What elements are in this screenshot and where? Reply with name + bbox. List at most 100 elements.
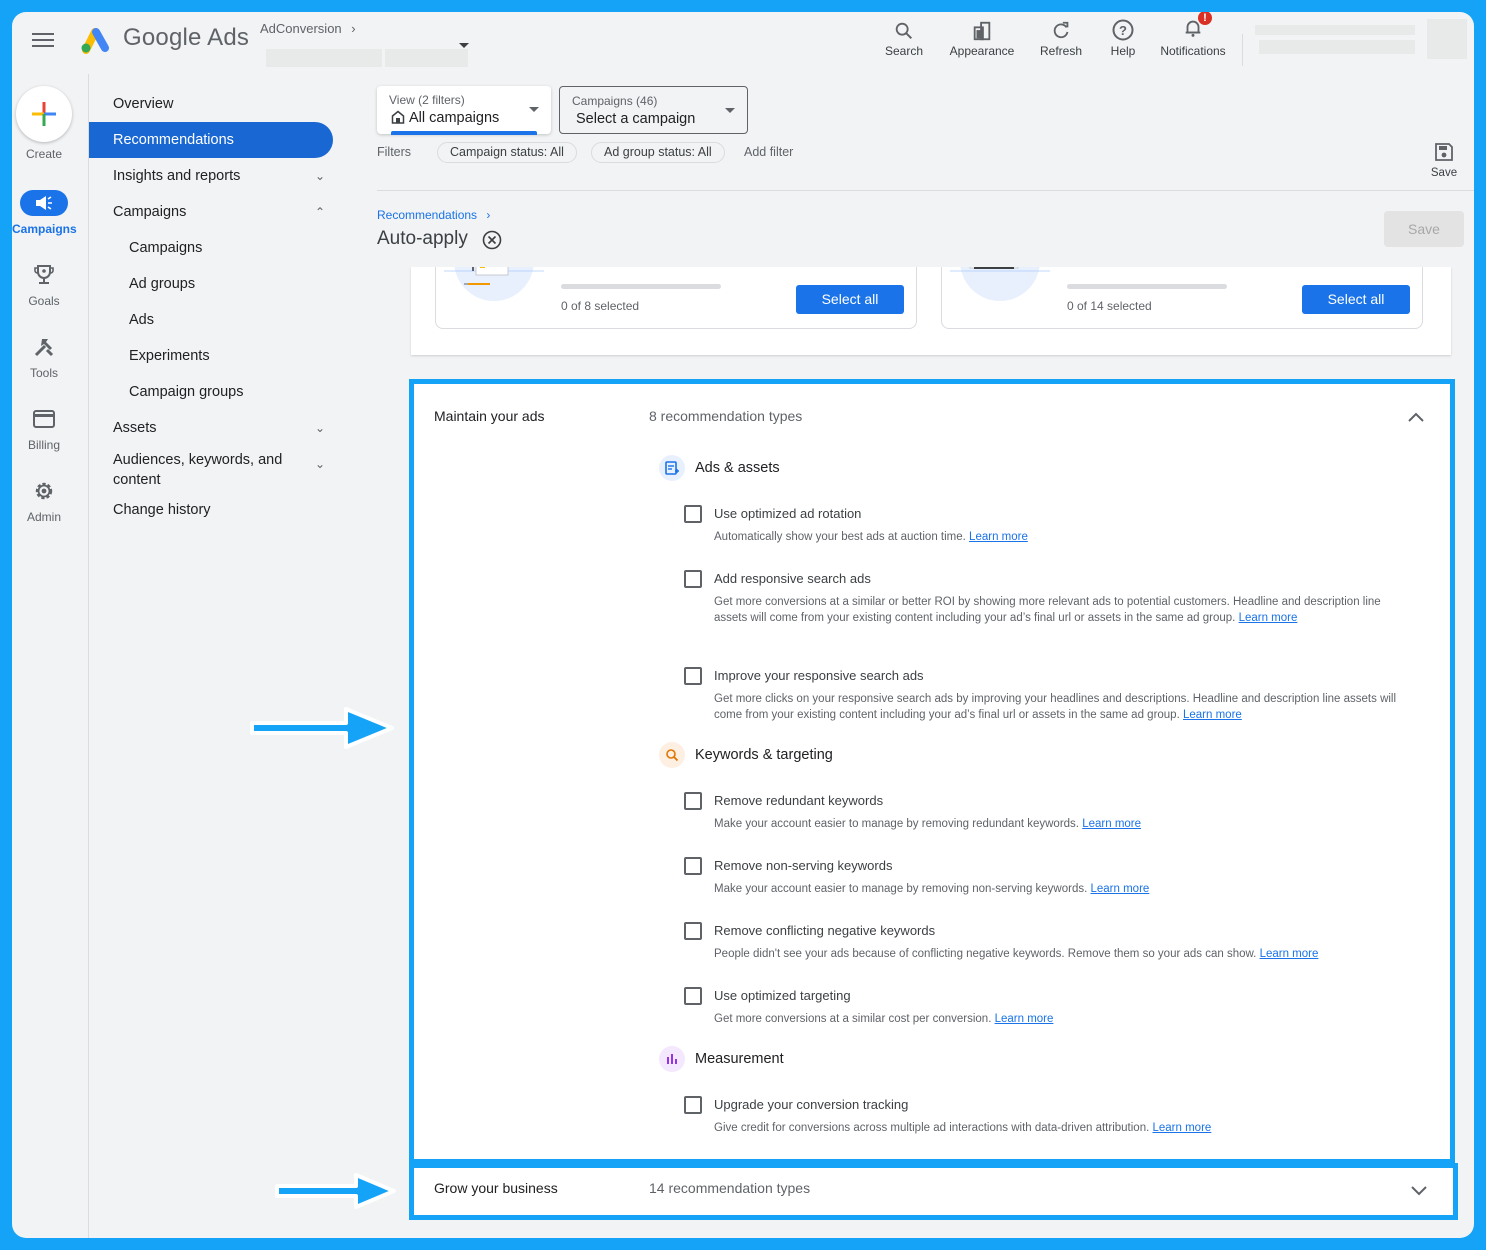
campaign-dropdown[interactable]: Campaigns (46) Select a campaign	[559, 86, 748, 134]
learn-more-link[interactable]: Learn more	[1153, 1122, 1212, 1134]
checkbox[interactable]	[684, 667, 702, 685]
summary-card-grow: 0 of 14 selected Select all	[941, 267, 1423, 329]
rec-title: Add responsive search ads	[714, 571, 871, 586]
checkbox[interactable]	[684, 922, 702, 940]
create-button[interactable]	[16, 86, 72, 142]
appearance-button[interactable]: Appearance	[944, 12, 1020, 58]
nav-item-campaigns-group[interactable]: Campaigns ⌃	[89, 194, 339, 230]
selected-count: 0 of 8 selected	[561, 299, 640, 313]
checkbox[interactable]	[684, 1096, 702, 1114]
chevron-down-icon[interactable]	[1409, 1180, 1429, 1200]
hamburger-line	[32, 45, 54, 47]
create-label-item[interactable]: Create	[12, 147, 76, 161]
learn-more-link[interactable]: Learn more	[1091, 883, 1150, 895]
rec-description: Get more conversions at a similar cost p…	[714, 1011, 1414, 1027]
rec-title: Use optimized ad rotation	[714, 506, 862, 521]
learn-more-link[interactable]: Learn more	[1183, 709, 1242, 721]
learn-more-link[interactable]: Learn more	[995, 1013, 1054, 1025]
breadcrumb[interactable]: Recommendations ›	[377, 208, 490, 222]
notification-badge: !	[1198, 12, 1212, 25]
chevron-up-icon: ⌃	[314, 205, 325, 219]
chevron-up-icon[interactable]	[1406, 408, 1426, 428]
help-button[interactable]: ? Help	[1106, 12, 1140, 58]
nav-item-recommendations[interactable]: Recommendations	[89, 122, 333, 158]
select-all-button[interactable]: Select all	[1302, 285, 1410, 314]
nav-item-campaigns[interactable]: Campaigns	[89, 230, 339, 266]
app-window: Google Ads AdConversion › Search Appeara…	[12, 12, 1474, 1238]
rail-item-campaigns[interactable]: Campaigns	[12, 190, 77, 236]
refresh-icon	[1053, 21, 1069, 39]
annotation-arrow-icon	[275, 1173, 396, 1209]
top-bar: Google Ads AdConversion › Search Appeara…	[12, 12, 1474, 74]
learn-more-link[interactable]: Learn more	[1082, 818, 1141, 830]
rec-desc-text: Make your account easier to manage by re…	[714, 818, 1080, 830]
rec-title: Improve your responsive search ads	[714, 668, 924, 683]
rec-description: Make your account easier to manage by re…	[714, 881, 1414, 897]
rec-desc-text: Get more clicks on your responsive searc…	[714, 693, 1397, 721]
redacted-account-id	[266, 49, 382, 67]
rec-description: Get more conversions at a similar or bet…	[714, 594, 1394, 626]
account-name: AdConversion	[260, 21, 342, 36]
nav-item-insights-and-reports[interactable]: Insights and reports ⌄	[89, 158, 339, 194]
tool-label: Notifications	[1160, 44, 1226, 58]
learn-more-link[interactable]: Learn more	[969, 531, 1028, 543]
rec-desc-text: Make your account easier to manage by re…	[714, 883, 1088, 895]
checkbox[interactable]	[684, 792, 702, 810]
rec-title: Remove conflicting negative keywords	[714, 923, 936, 938]
rec-desc-text: People didn't see your ads because of co…	[714, 948, 1257, 960]
section-grow-your-business[interactable]: Grow your business 14 recommendation typ…	[409, 1163, 1458, 1220]
learn-more-link[interactable]: Learn more	[1239, 612, 1298, 624]
tool-label: Search	[884, 44, 924, 58]
select-all-button[interactable]: Select all	[796, 285, 904, 314]
main-menu-button[interactable]	[32, 30, 54, 50]
appearance-icon	[973, 21, 991, 41]
checkbox[interactable]	[684, 570, 702, 588]
help-icon: ?	[1112, 19, 1134, 41]
search-button[interactable]: Search	[880, 12, 928, 58]
chevron-down-icon: ⌄	[314, 169, 325, 183]
section-maintain-your-ads: Maintain your ads 8 recommendation types…	[409, 379, 1455, 1164]
group-title: Ads & assets	[695, 460, 780, 476]
view-value-text: All campaigns	[409, 110, 500, 126]
home-icon	[391, 110, 405, 124]
hamburger-line	[32, 39, 54, 41]
tool-label: Appearance	[949, 44, 1015, 58]
close-circle-icon[interactable]	[482, 230, 502, 250]
avatar[interactable]	[1427, 19, 1467, 59]
rec-description: Automatically show your best ads at auct…	[714, 529, 1414, 545]
svg-text:?: ?	[1119, 23, 1127, 38]
notifications-button[interactable]: ! Notifications	[1154, 12, 1232, 58]
checkbox[interactable]	[684, 857, 702, 875]
view-dropdown-label: View (2 filters)	[389, 93, 465, 107]
filter-chip-ad-group-status[interactable]: Ad group status: All	[591, 142, 725, 163]
rec-title: Use optimized targeting	[714, 988, 851, 1003]
filters-label: Filters	[377, 145, 412, 159]
redacted-account-id	[385, 49, 468, 67]
section-title: Maintain your ads	[434, 408, 545, 424]
section-count: 8 recommendation types	[649, 408, 803, 424]
save-view-button[interactable]: Save	[1428, 142, 1460, 179]
save-button[interactable]: Save	[1384, 211, 1464, 247]
rec-title: Remove redundant keywords	[714, 793, 884, 808]
section-title: Grow your business	[434, 1180, 558, 1196]
learn-more-link[interactable]: Learn more	[1260, 948, 1319, 960]
selected-count: 0 of 14 selected	[1067, 299, 1152, 313]
add-filter-button[interactable]: Add filter	[744, 145, 793, 159]
refresh-button[interactable]: Refresh	[1034, 12, 1088, 58]
account-breadcrumb[interactable]: AdConversion ›	[260, 21, 356, 36]
checkbox[interactable]	[684, 987, 702, 1005]
ads-assets-icon	[659, 455, 685, 481]
bar-chart-icon	[659, 1046, 685, 1072]
save-icon	[1435, 143, 1453, 161]
rec-title: Remove non-serving keywords	[714, 858, 893, 873]
view-dropdown[interactable]: View (2 filters) All campaigns	[377, 86, 551, 135]
rec-description: Give credit for conversions across multi…	[714, 1120, 1414, 1136]
filter-chip-campaign-status[interactable]: Campaign status: All	[437, 142, 577, 163]
checkbox[interactable]	[684, 505, 702, 523]
chevron-right-icon: ›	[486, 208, 491, 222]
nav-item-overview[interactable]: Overview	[89, 86, 339, 122]
brand-name: Google Ads	[123, 24, 250, 51]
account-dropdown-caret-icon[interactable]	[459, 43, 469, 48]
breadcrumb-recommendations[interactable]: Recommendations	[377, 208, 477, 222]
save-view-label: Save	[1430, 167, 1458, 179]
